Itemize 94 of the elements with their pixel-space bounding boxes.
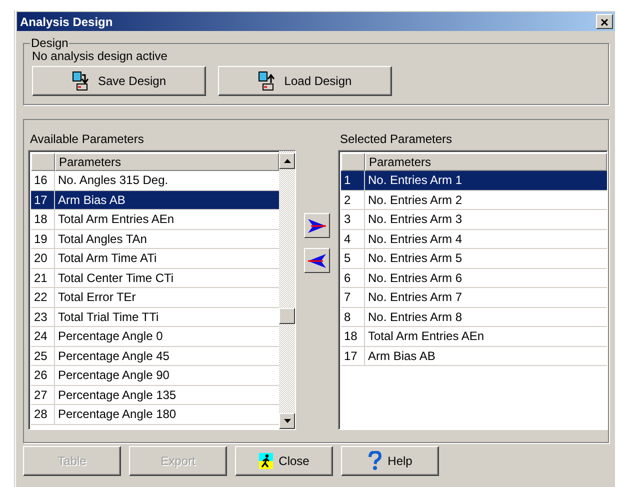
row-number: 17 xyxy=(31,190,55,209)
right-arrow-icon xyxy=(307,218,327,234)
list-row[interactable]: 24 Percentage Angle 0 xyxy=(31,327,279,346)
list-row[interactable]: 8 No. Entries Arm 8 xyxy=(341,308,607,327)
row-number: 20 xyxy=(31,249,55,268)
parameter-name: No. Entries Arm 1 xyxy=(367,172,464,189)
parameter-name: Percentage Angle 45 xyxy=(57,348,170,364)
row-number: 1 xyxy=(341,171,365,190)
walking-figure-icon xyxy=(258,453,273,469)
parameter-name: No. Angles 315 Deg. xyxy=(57,172,170,189)
row-number: 17 xyxy=(341,346,365,365)
window-title: Analysis Design xyxy=(20,14,113,28)
list-row[interactable]: 17 Arm Bias AB xyxy=(31,190,279,210)
scrollbar-thumb[interactable] xyxy=(279,308,295,324)
status-text: No analysis design active xyxy=(31,49,168,63)
close-button[interactable]: × xyxy=(596,14,613,29)
column-header xyxy=(341,153,365,171)
list-row[interactable]: 23 Total Trial Time TTi xyxy=(31,308,279,327)
parameter-name: Total Arm Time ATi xyxy=(57,250,158,267)
parameter-name: Total Trial Time TTi xyxy=(57,308,160,326)
row-number: 28 xyxy=(31,405,55,424)
list-row[interactable]: 18 Total Arm Entries AEn xyxy=(341,327,607,346)
parameter-name: No. Entries Arm 4 xyxy=(367,230,464,248)
row-number: 16 xyxy=(31,171,55,190)
column-header[interactable]: Parameters xyxy=(55,153,279,171)
row-number: 2 xyxy=(341,190,365,209)
list-row[interactable]: 16 No. Angles 315 Deg. xyxy=(31,171,279,190)
list-row[interactable]: 21 Total Center Time CTi xyxy=(31,268,279,288)
save-button[interactable]: Save Design xyxy=(32,66,206,96)
row-number: 4 xyxy=(341,230,365,248)
column-header xyxy=(31,153,55,171)
row-number: 27 xyxy=(31,386,55,404)
list-row[interactable]: 5 No. Entries Arm 5 xyxy=(341,249,607,268)
row-number: 5 xyxy=(341,249,365,268)
close-button[interactable]: Close xyxy=(235,446,333,476)
row-number: 21 xyxy=(31,268,55,287)
column-header[interactable]: Parameters xyxy=(365,153,607,171)
list-row[interactable]: 26 Percentage Angle 90 xyxy=(31,366,279,386)
row-number: 8 xyxy=(341,308,365,326)
list-row[interactable]: 28 Percentage Angle 180 xyxy=(31,405,279,424)
up-arrow-icon xyxy=(284,159,290,163)
down-arrow-icon xyxy=(284,419,290,423)
list-row[interactable]: 1 No. Entries Arm 1 xyxy=(341,171,607,190)
parameter-name: No. Entries Arm 5 xyxy=(367,250,464,267)
list-row[interactable]: 22 Total Error TEr xyxy=(31,288,279,308)
parameter-name: Total Arm Entries AEn xyxy=(57,211,176,228)
parameter-name: No. Entries Arm 8 xyxy=(367,308,464,326)
row-number: 24 xyxy=(31,327,55,346)
parameter-name: Total Error TEr xyxy=(57,289,137,306)
parameter-name: Arm Bias AB xyxy=(367,348,436,364)
left-arrow-icon xyxy=(307,252,327,268)
parameter-name: Total Center Time CTi xyxy=(57,270,175,286)
list-row[interactable]: 27 Percentage Angle 135 xyxy=(31,386,279,405)
list-row[interactable]: 20 Total Arm Time ATi xyxy=(31,249,279,268)
list-row[interactable]: 6 No. Entries Arm 6 xyxy=(341,268,607,288)
parameter-name: Total Arm Entries AEn xyxy=(367,328,486,345)
list-row[interactable]: 17 Arm Bias AB xyxy=(341,346,607,366)
list-row[interactable]: 25 Percentage Angle 45 xyxy=(31,346,279,366)
parameter-name: Percentage Angle 90 xyxy=(57,367,170,384)
list-row[interactable]: 4 No. Entries Arm 4 xyxy=(341,230,607,249)
row-number: 25 xyxy=(31,346,55,365)
row-number: 18 xyxy=(341,327,365,346)
list-row[interactable]: 18 Total Arm Entries AEn xyxy=(31,210,279,230)
parameter-name: Percentage Angle 0 xyxy=(57,328,164,345)
list-row[interactable]: 2 No. Entries Arm 2 xyxy=(341,190,607,210)
remove-button[interactable] xyxy=(304,248,330,273)
row-number: 3 xyxy=(341,210,365,228)
group-label: Design xyxy=(30,36,70,50)
row-number: 6 xyxy=(341,268,365,287)
row-number: 18 xyxy=(31,210,55,228)
parameter-name: No. Entries Arm 2 xyxy=(367,192,464,208)
list-row[interactable]: 7 No. Entries Arm 7 xyxy=(341,288,607,308)
help-icon xyxy=(368,451,382,471)
load-button[interactable]: Load Design xyxy=(218,66,392,96)
scroll-down-button[interactable] xyxy=(279,413,295,429)
list-label: Available Parameters xyxy=(29,131,145,148)
parameter-name: Arm Bias AB xyxy=(57,192,126,208)
row-number: 26 xyxy=(31,366,55,384)
list-row[interactable]: 19 Total Angles TAn xyxy=(31,230,279,249)
parameter-name: No. Entries Arm 7 xyxy=(367,289,464,306)
row-number: 7 xyxy=(341,288,365,306)
parameter-name: Total Angles TAn xyxy=(57,230,148,248)
list-row[interactable]: 3 No. Entries Arm 3 xyxy=(341,210,607,230)
row-number: 19 xyxy=(31,230,55,248)
parameter-name: No. Entries Arm 6 xyxy=(367,270,464,286)
help-button[interactable]: Help xyxy=(341,446,439,476)
parameter-name: Percentage Angle 180 xyxy=(57,406,178,423)
row-number: 23 xyxy=(31,308,55,326)
scroll-up-button[interactable] xyxy=(279,153,295,169)
parameter-name: No. Entries Arm 3 xyxy=(367,211,464,228)
row-number: 22 xyxy=(31,288,55,306)
add-button[interactable] xyxy=(304,213,330,238)
list-label: Selected Parameters xyxy=(339,131,454,148)
parameter-name: Percentage Angle 135 xyxy=(57,386,178,404)
